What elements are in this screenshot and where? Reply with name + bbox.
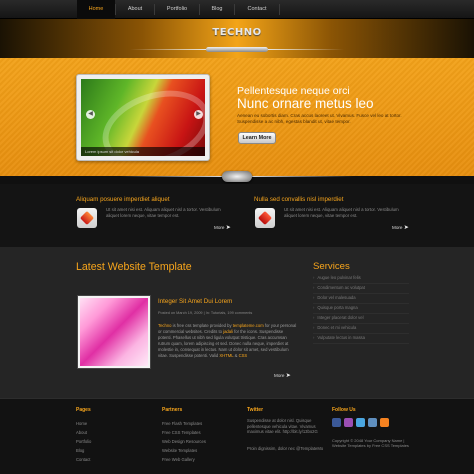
copyright: Copyright © 2048 Your Company Name | Web… — [332, 438, 409, 449]
slide-caption: Lorem ipsum sit dolor vehicula — [81, 147, 205, 156]
learn-more-button[interactable]: Learn More — [238, 132, 276, 144]
divider-ornament — [222, 171, 252, 182]
slideshow-image: Lorem ipsum sit dolor vehicula — [81, 79, 205, 156]
divider-line-right — [252, 176, 354, 177]
footer-link[interactable]: Free Web Gallery — [162, 457, 195, 462]
feature-icon — [77, 208, 97, 228]
services-title: Services — [313, 261, 350, 272]
delicious-icon[interactable] — [368, 418, 377, 427]
post-thumbnail[interactable] — [77, 295, 151, 369]
header-line-right — [268, 49, 344, 50]
footer-follow-title: Follow Us — [332, 407, 356, 413]
slide-swirl — [92, 79, 205, 156]
feature-more-link[interactable]: More ➤ — [214, 224, 231, 231]
slideshow-frame: Lorem ipsum sit dolor vehicula ◀ ▶ — [76, 74, 210, 161]
header-plate — [206, 47, 268, 52]
service-item[interactable]: › Condimentum ac volutpat — [313, 285, 409, 294]
footer-link[interactable]: Web Design Resources — [162, 439, 206, 444]
post-title[interactable]: Integer Sit Amet Dui Lorem — [158, 298, 232, 305]
feature-icon — [255, 208, 275, 228]
hero-title: Nunc ornare metus leo — [237, 96, 374, 111]
service-item[interactable]: › Augue leo pulvinar felis — [313, 275, 409, 284]
rss-icon[interactable] — [380, 418, 389, 427]
more-arrow-icon: ➤ — [403, 225, 409, 231]
footer-pages-title: Pages — [76, 407, 91, 413]
service-item[interactable]: › Quisque porta magna — [313, 305, 409, 314]
header-line-left — [130, 49, 206, 50]
footer-link[interactable]: Blog — [76, 448, 84, 453]
bullet-icon: › — [313, 325, 315, 330]
nav-portfolio[interactable]: Portfolio — [155, 0, 199, 19]
twitter-icon[interactable] — [356, 418, 365, 427]
myspace-icon[interactable] — [344, 418, 353, 427]
nav-separator — [279, 4, 280, 15]
more-arrow-icon: ➤ — [225, 225, 231, 231]
next-arrow-icon[interactable]: ▶ — [194, 110, 203, 119]
post-meta: Posted on March 19, 2009 | In: Tutorials… — [158, 311, 253, 315]
top-nav: Home About Portfolio Blog Contact — [0, 0, 474, 19]
templateme-link[interactable]: templateme.com — [233, 323, 264, 328]
footer-partners-title: Partners — [162, 407, 183, 413]
footer-twitter-title: Twitter — [247, 407, 264, 413]
xhtml-link[interactable]: XHTML — [219, 353, 233, 358]
footer — [0, 398, 474, 474]
post-image — [80, 298, 148, 366]
bullet-icon: › — [313, 335, 315, 340]
footer-link[interactable]: Website Templates — [162, 448, 197, 453]
nav-home[interactable]: Home — [77, 0, 115, 19]
bullet-icon: › — [313, 315, 315, 320]
nav-contact[interactable]: Contact — [235, 0, 279, 19]
footer-link[interactable]: Home — [76, 421, 87, 426]
service-item[interactable]: › Integer placerat dolor vel — [313, 315, 409, 324]
nav-blog[interactable]: Blog — [200, 0, 234, 19]
tweet-text: Suspendisse at dolor nisl. Quisque pelle… — [247, 418, 318, 435]
post-body: Techno is free css template provided by … — [158, 323, 297, 358]
bullet-icon: › — [313, 285, 315, 290]
prev-arrow-icon[interactable]: ◀ — [86, 110, 95, 119]
feature-title: Aliquam posuere imperdiet aliquet — [76, 196, 170, 203]
jadali-link[interactable]: jadali — [223, 329, 233, 334]
service-item[interactable]: › Dolor vel malesuada — [313, 295, 409, 304]
divider-line-left — [120, 176, 222, 177]
service-item[interactable]: › Vulputate lectus in massa — [313, 335, 409, 344]
footer-link[interactable]: Free Flash Templates — [162, 421, 202, 426]
hero-intro: Aenean eu sobortis diam. Cras accus laor… — [237, 113, 402, 125]
footer-link[interactable]: About — [76, 430, 87, 435]
footer-link[interactable]: Free CSS Templates — [162, 430, 201, 435]
service-item[interactable]: › Donec et mi vehicula — [313, 325, 409, 334]
bullet-icon: › — [313, 305, 315, 310]
feature-text: Ut sit amet nisi est. Aliquam aliquet ni… — [106, 207, 221, 218]
nav-about[interactable]: About — [116, 0, 154, 19]
bullet-icon: › — [313, 295, 315, 300]
header-band — [0, 19, 474, 58]
tweet-text: Proin dignissim, dolor nec @TemplateMo — [247, 446, 324, 451]
bullet-icon: › — [313, 275, 315, 280]
feature-more-link[interactable]: More ➤ — [392, 224, 409, 231]
feature-text: Ut sit amet nisi est. Aliquam aliquet ni… — [284, 207, 399, 218]
site-logo[interactable]: TECHNO — [0, 27, 474, 38]
footer-link[interactable]: Portfolio — [76, 439, 91, 444]
post-more-link[interactable]: More ➤ — [274, 372, 291, 379]
feature-title: Nulla sed convallis nisl imperdiet — [254, 196, 344, 203]
main-title: Latest Website Template — [76, 261, 192, 273]
more-arrow-icon: ➤ — [285, 373, 291, 379]
facebook-icon[interactable] — [332, 418, 341, 427]
css-link[interactable]: CSS — [239, 353, 248, 358]
footer-link[interactable]: Contact — [76, 457, 90, 462]
